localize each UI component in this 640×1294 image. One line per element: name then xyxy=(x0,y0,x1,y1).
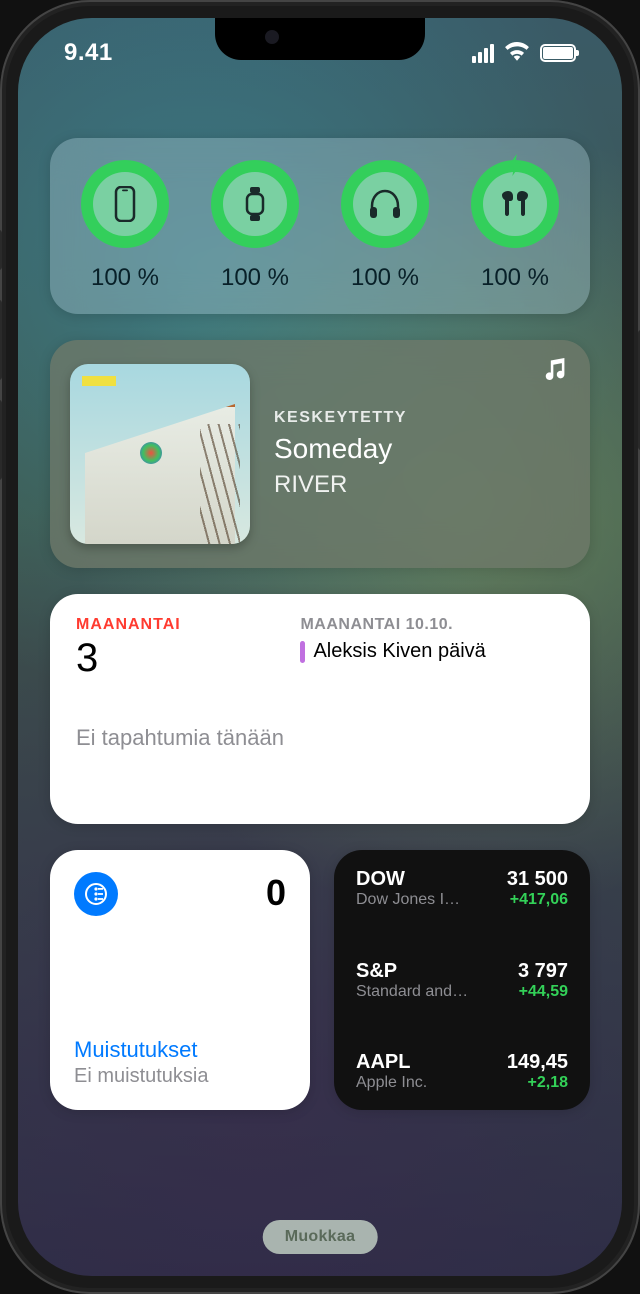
reminders-widget[interactable]: 0 Muistutukset Ei muistutuksia xyxy=(50,850,310,1110)
calendar-event: Aleksis Kiven päivä xyxy=(300,640,564,663)
stocks-widget[interactable]: DOW Dow Jones I… 31 500 +417,06 S&P Stan… xyxy=(334,850,590,1110)
today-weekday: MAANANTAI xyxy=(76,616,300,634)
album-art xyxy=(70,364,250,544)
battery-percent: 100 % xyxy=(221,264,289,292)
artist-name: RIVER xyxy=(274,471,407,499)
screen: 9.41 100 % xyxy=(18,18,622,1276)
reminders-count: 0 xyxy=(266,872,286,914)
reminders-icon xyxy=(74,872,118,916)
stock-symbol: S&P xyxy=(356,960,468,983)
iphone-icon xyxy=(93,172,157,236)
track-title: Someday xyxy=(274,433,407,465)
battery-item-watch: 100 % xyxy=(190,160,320,292)
battery-percent: 100 % xyxy=(91,264,159,292)
battery-percent: 100 % xyxy=(481,264,549,292)
stock-name: Dow Jones I… xyxy=(356,891,460,909)
headphones-icon xyxy=(353,172,417,236)
event-title: Aleksis Kiven päivä xyxy=(313,640,485,663)
volume-up-button[interactable] xyxy=(0,300,2,380)
mute-switch[interactable] xyxy=(0,230,2,270)
status-icons xyxy=(472,41,576,66)
reminders-subtitle: Ei muistutuksia xyxy=(74,1065,286,1088)
stock-row: DOW Dow Jones I… 31 500 +417,06 xyxy=(356,868,568,909)
edit-button[interactable]: Muokkaa xyxy=(263,1220,378,1254)
stock-row: S&P Standard and… 3 797 +44,59 xyxy=(356,960,568,1001)
battery-icon xyxy=(540,44,576,62)
notch xyxy=(215,18,425,60)
stock-price: 149,45 xyxy=(507,1051,568,1074)
wifi-icon xyxy=(504,41,530,66)
music-icon xyxy=(544,358,568,389)
reminders-title: Muistutukset xyxy=(74,1037,286,1063)
no-events-text: Ei tapahtumia tänään xyxy=(76,725,564,751)
status-time: 9.41 xyxy=(64,39,113,67)
cellular-signal-icon xyxy=(472,44,494,63)
stock-price: 3 797 xyxy=(518,960,568,983)
stock-change: +44,59 xyxy=(519,983,568,1001)
battery-item-airpods: 100 % xyxy=(450,160,580,292)
volume-down-button[interactable] xyxy=(0,400,2,480)
battery-ring xyxy=(211,160,299,248)
watch-icon xyxy=(223,172,287,236)
airpods-icon xyxy=(483,172,547,236)
phone-frame: 9.41 100 % xyxy=(0,0,640,1294)
playback-status: KESKEYTETTY xyxy=(274,409,407,427)
battery-item-iphone: 100 % xyxy=(60,160,190,292)
battery-ring-charging xyxy=(471,160,559,248)
calendar-widget[interactable]: MAANANTAI 3 MAANANTAI 10.10. Aleksis Kiv… xyxy=(50,594,590,824)
next-event-date: MAANANTAI 10.10. xyxy=(300,616,564,634)
stock-price: 31 500 xyxy=(507,868,568,891)
stock-change: +417,06 xyxy=(510,891,568,909)
batteries-widget[interactable]: 100 % 100 % 100 % xyxy=(50,138,590,314)
stock-name: Apple Inc. xyxy=(356,1074,427,1092)
battery-item-headphones: 100 % xyxy=(320,160,450,292)
event-color-bar xyxy=(300,641,305,663)
battery-ring xyxy=(81,160,169,248)
today-date-number: 3 xyxy=(76,636,300,681)
stock-symbol: DOW xyxy=(356,868,460,891)
bottom-widget-row: 0 Muistutukset Ei muistutuksia DOW Dow J… xyxy=(50,850,590,1110)
music-widget[interactable]: KESKEYTETTY Someday RIVER xyxy=(50,340,590,568)
battery-ring xyxy=(341,160,429,248)
stock-row: AAPL Apple Inc. 149,45 +2,18 xyxy=(356,1051,568,1092)
stock-name: Standard and… xyxy=(356,983,468,1001)
stock-symbol: AAPL xyxy=(356,1051,427,1074)
today-view[interactable]: 100 % 100 % 100 % xyxy=(18,18,622,1276)
stock-change: +2,18 xyxy=(528,1074,568,1092)
battery-percent: 100 % xyxy=(351,264,419,292)
music-info: KESKEYTETTY Someday RIVER xyxy=(274,409,407,499)
